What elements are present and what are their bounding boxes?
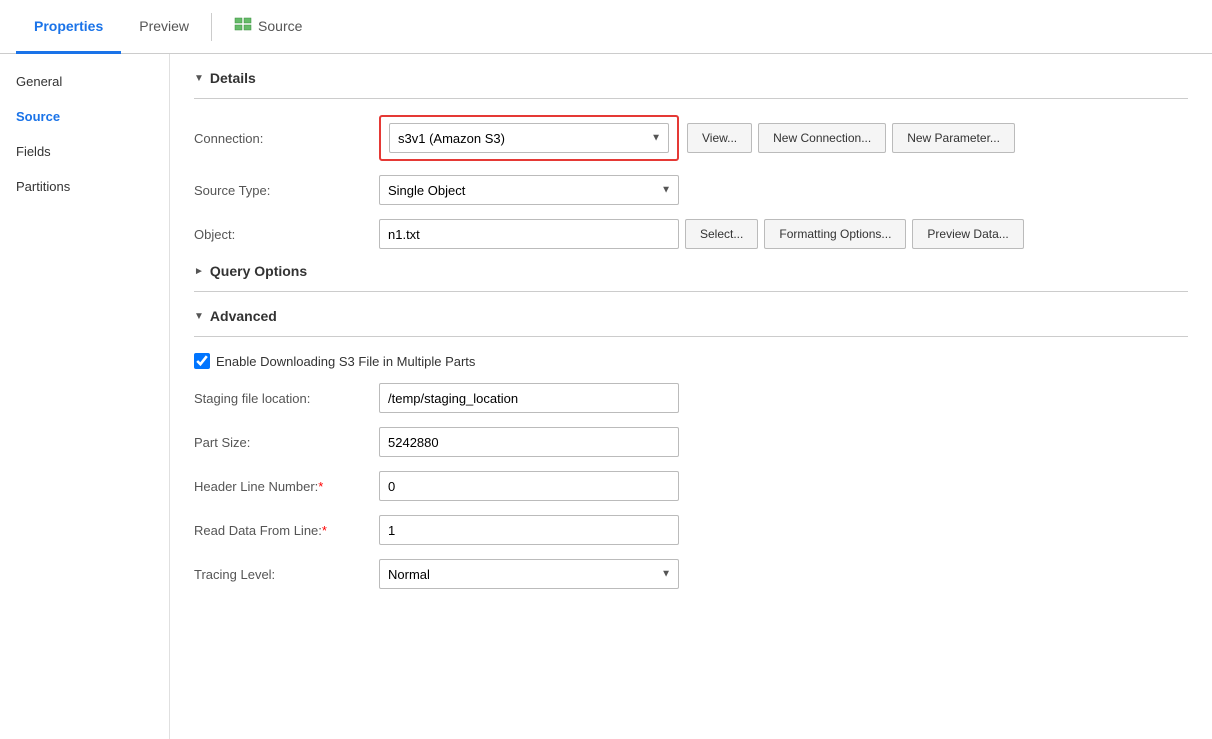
tab-preview-label: Preview [139, 18, 189, 34]
tab-source[interactable]: Source [216, 0, 320, 54]
query-options-section: ► Query Options [194, 263, 1188, 292]
connection-select-wrap: s3v1 (Amazon S3) ▼ [389, 123, 669, 153]
sidebar-general-label: General [16, 74, 62, 89]
enable-downloading-label: Enable Downloading S3 File in Multiple P… [216, 354, 475, 369]
staging-file-location-input[interactable] [379, 383, 679, 413]
sidebar-item-source[interactable]: Source [0, 99, 169, 134]
object-label: Object: [194, 227, 379, 242]
source-type-row: Source Type: Single Object Multiple Obje… [194, 175, 1188, 205]
new-connection-button[interactable]: New Connection... [758, 123, 886, 153]
object-row: Object: Select... Formatting Options... … [194, 219, 1188, 249]
sidebar-fields-label: Fields [16, 144, 51, 159]
view-button[interactable]: View... [687, 123, 752, 153]
top-tabs: Properties Preview Source [0, 0, 1212, 54]
query-options-title: Query Options [210, 263, 307, 279]
tab-properties-label: Properties [34, 18, 103, 34]
details-section-header: ▼ Details [194, 70, 1188, 86]
enable-downloading-checkbox[interactable] [194, 353, 210, 369]
details-divider [194, 98, 1188, 99]
source-tab-icon [234, 17, 252, 35]
query-options-expand-arrow: ► [194, 266, 204, 277]
read-data-from-line-input[interactable] [379, 515, 679, 545]
read-data-required-star: * [322, 523, 327, 538]
header-line-number-input[interactable] [379, 471, 679, 501]
object-input-wrap: Select... Formatting Options... Preview … [379, 219, 1024, 249]
object-input[interactable] [379, 219, 679, 249]
content-area: ▼ Details Connection: s3v1 (Amazon S3) ▼… [170, 54, 1212, 739]
tracing-level-select[interactable]: None Terse Normal Verbose Full [379, 559, 679, 589]
source-type-select-wrap: Single Object Multiple Objects Query ▼ [379, 175, 679, 205]
new-parameter-button[interactable]: New Parameter... [892, 123, 1015, 153]
connection-buttons: View... New Connection... New Parameter.… [687, 123, 1015, 153]
connection-row: Connection: s3v1 (Amazon S3) ▼ View... N… [194, 115, 1188, 161]
source-type-select[interactable]: Single Object Multiple Objects Query [379, 175, 679, 205]
tracing-level-label: Tracing Level: [194, 567, 379, 582]
advanced-section-header: ▼ Advanced [194, 308, 1188, 324]
sidebar-source-label: Source [16, 109, 60, 124]
advanced-divider [194, 336, 1188, 337]
preview-data-button[interactable]: Preview Data... [912, 219, 1023, 249]
connection-label: Connection: [194, 131, 379, 146]
advanced-collapse-arrow[interactable]: ▼ [194, 311, 204, 322]
connection-select[interactable]: s3v1 (Amazon S3) [389, 123, 669, 153]
staging-file-location-row: Staging file location: [194, 383, 1188, 413]
header-line-number-row: Header Line Number:* [194, 471, 1188, 501]
part-size-input[interactable] [379, 427, 679, 457]
query-options-header[interactable]: ► Query Options [194, 263, 1188, 279]
tracing-select-wrap: None Terse Normal Verbose Full ▼ [379, 559, 679, 589]
main-layout: General Source Fields Partitions ▼ Detai… [0, 54, 1212, 739]
advanced-section-title: Advanced [210, 308, 277, 324]
tab-properties[interactable]: Properties [16, 0, 121, 54]
header-line-required-star: * [318, 479, 323, 494]
source-type-label: Source Type: [194, 183, 379, 198]
header-line-number-label: Header Line Number:* [194, 479, 379, 494]
tab-preview[interactable]: Preview [121, 0, 207, 54]
formatting-options-button[interactable]: Formatting Options... [764, 219, 906, 249]
tab-source-label: Source [258, 18, 302, 34]
select-button[interactable]: Select... [685, 219, 758, 249]
part-size-label: Part Size: [194, 435, 379, 450]
read-data-from-line-label: Read Data From Line:* [194, 523, 379, 538]
sidebar-partitions-label: Partitions [16, 179, 70, 194]
sidebar: General Source Fields Partitions [0, 54, 170, 739]
tab-divider [211, 13, 212, 41]
details-section-title: Details [210, 70, 256, 86]
part-size-row: Part Size: [194, 427, 1188, 457]
connection-wrapper: s3v1 (Amazon S3) ▼ [379, 115, 679, 161]
details-collapse-arrow[interactable]: ▼ [194, 73, 204, 84]
tracing-level-row: Tracing Level: None Terse Normal Verbose… [194, 559, 1188, 589]
sidebar-item-fields[interactable]: Fields [0, 134, 169, 169]
read-data-from-line-row: Read Data From Line:* [194, 515, 1188, 545]
enable-downloading-row: Enable Downloading S3 File in Multiple P… [194, 353, 1188, 369]
sidebar-item-general[interactable]: General [0, 64, 169, 99]
sidebar-item-partitions[interactable]: Partitions [0, 169, 169, 204]
staging-file-location-label: Staging file location: [194, 391, 379, 406]
